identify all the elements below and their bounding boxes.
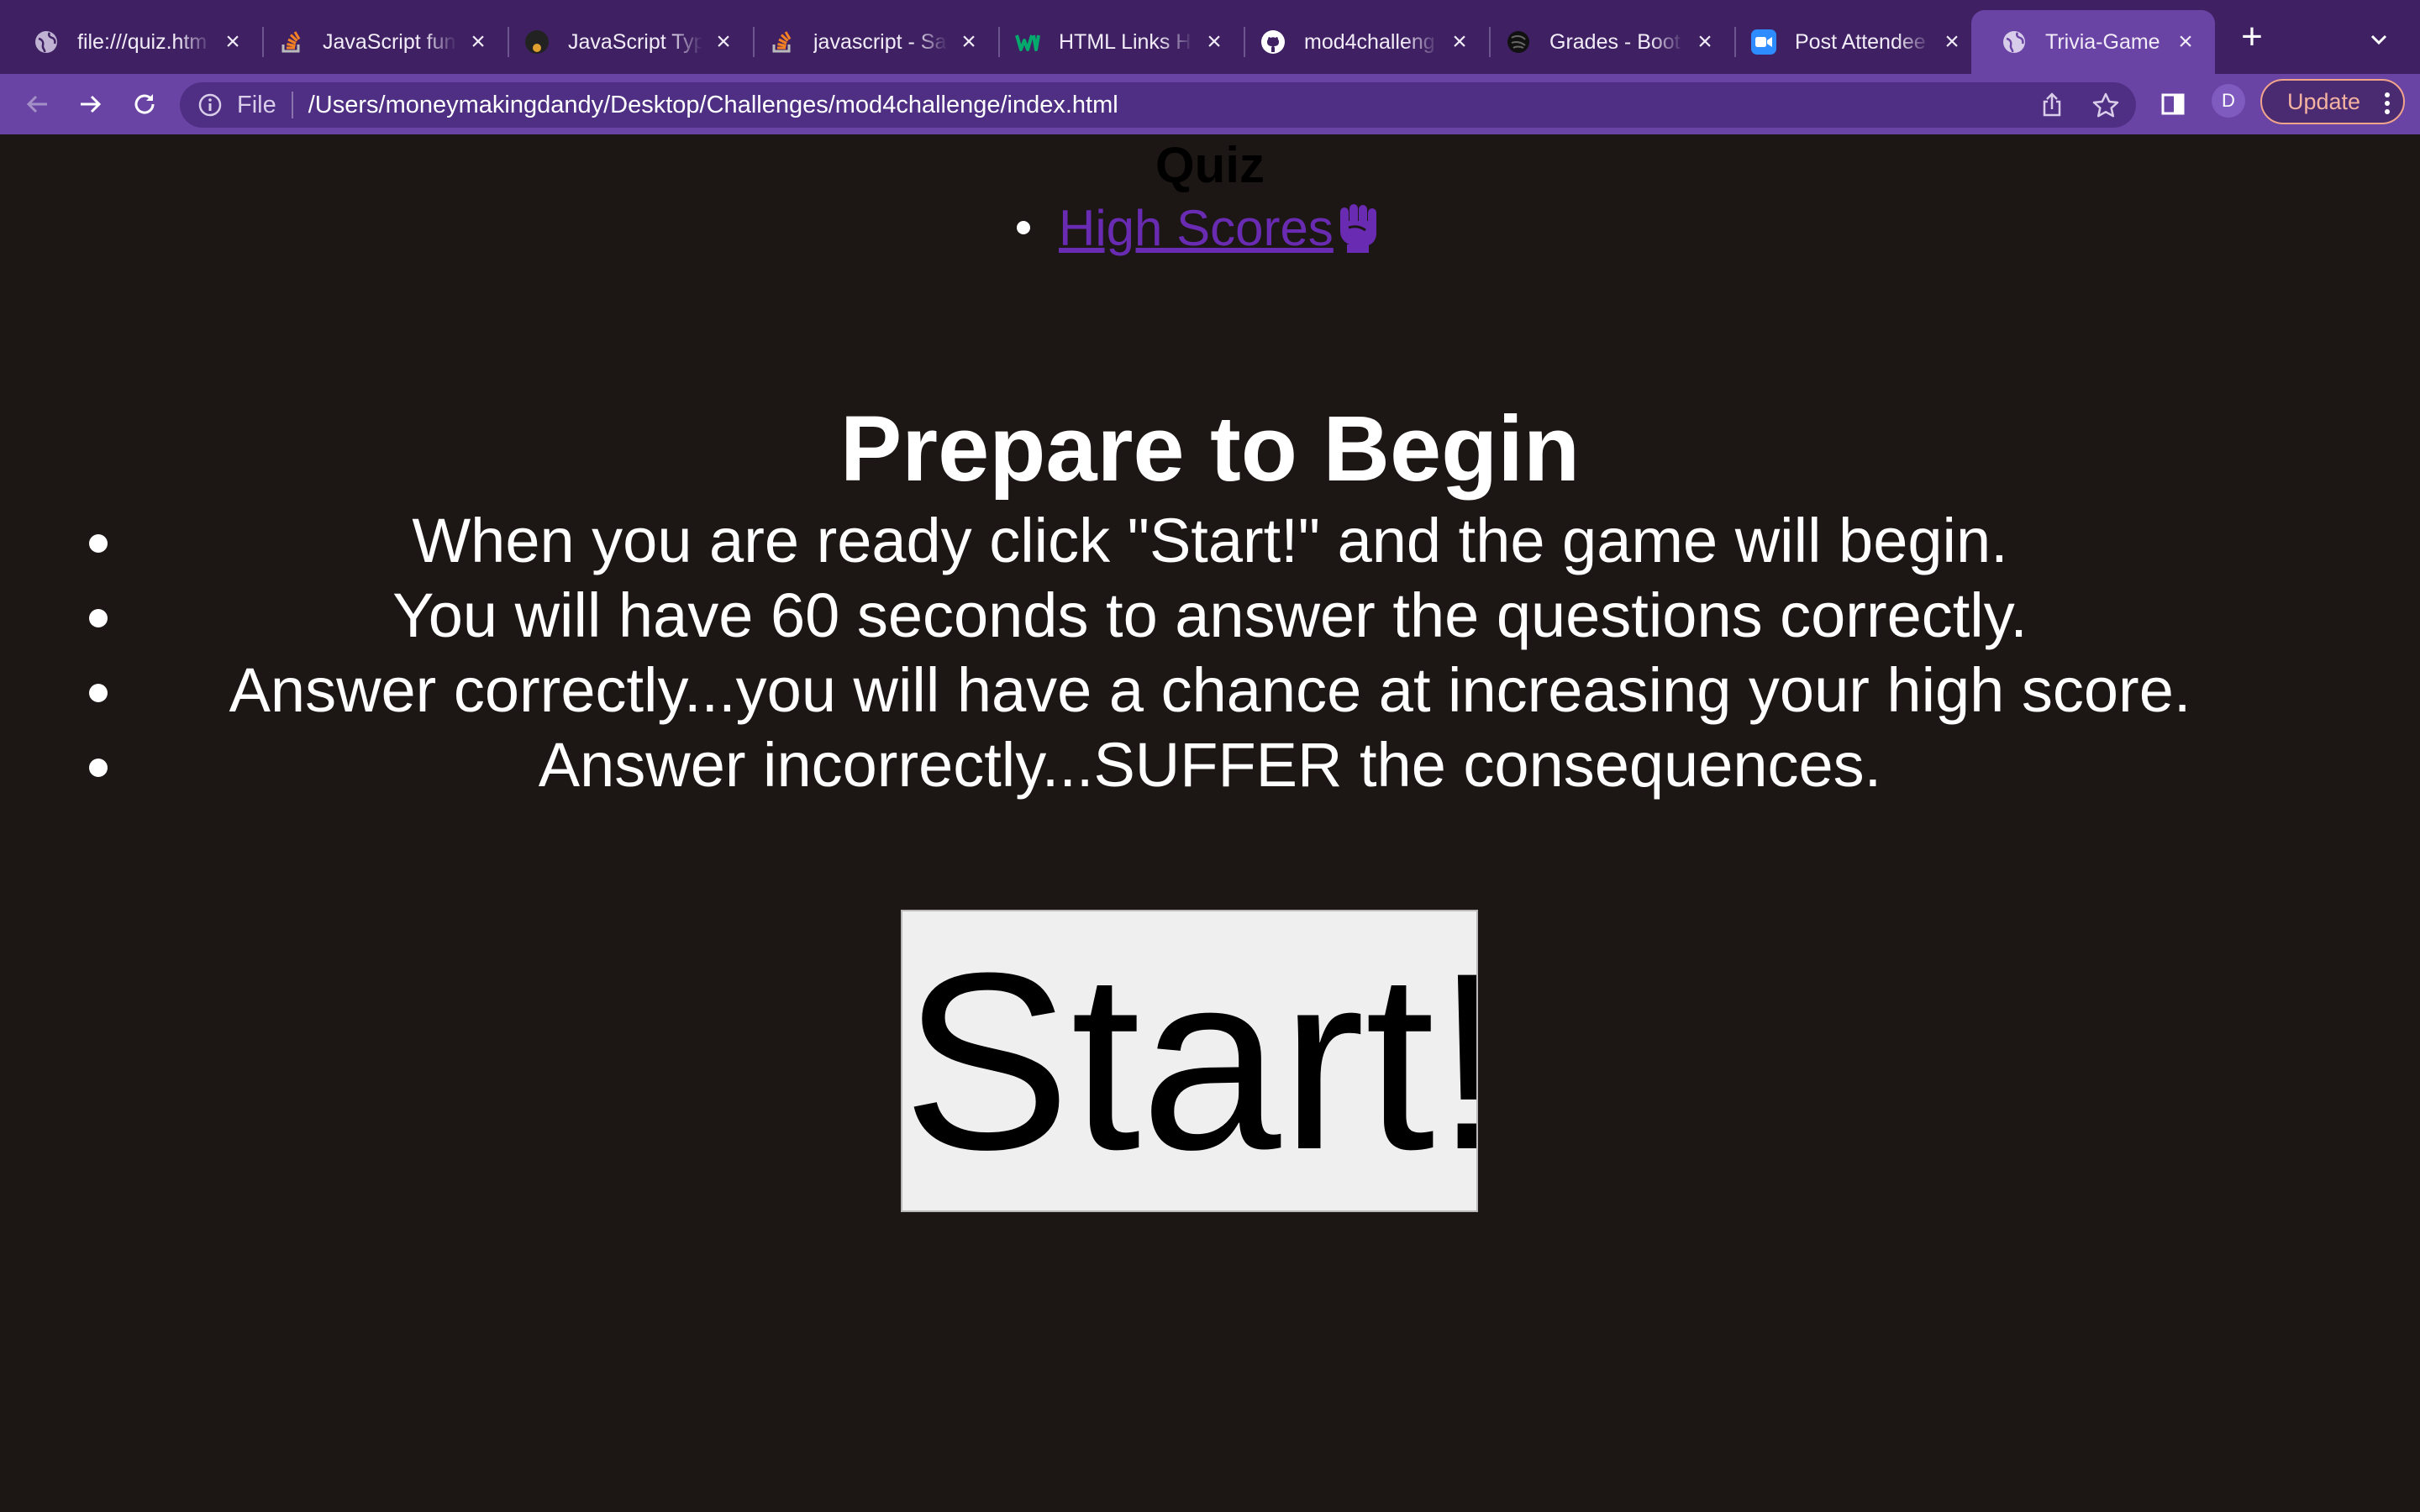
section-heading: Prepare to Begin: [839, 397, 1581, 501]
more-menu-icon[interactable]: [2383, 91, 2391, 116]
github-icon: [1260, 29, 1286, 55]
list-bullet: [1017, 221, 1030, 234]
list-bullet: [89, 609, 108, 627]
info-icon[interactable]: [197, 92, 224, 118]
w3schools-icon: [1015, 29, 1040, 55]
close-icon[interactable]: ×: [2173, 29, 2198, 55]
start-button[interactable]: Start!: [901, 910, 1478, 1212]
update-button[interactable]: Update: [2260, 79, 2405, 124]
instruction-item: When you are ready click "Start!" and th…: [0, 504, 2420, 578]
back-button[interactable]: [17, 84, 57, 124]
browser-tab[interactable]: Grades - Boot ×: [1476, 10, 1736, 74]
share-icon[interactable]: [2037, 91, 2067, 121]
tab-title: HTML Links H: [1059, 29, 1192, 54]
high-scores-link[interactable]: High Scores: [1059, 199, 1334, 257]
list-bullet: [89, 684, 108, 702]
close-icon[interactable]: ×: [1447, 29, 1472, 55]
bookmark-star-icon[interactable]: [2091, 91, 2121, 121]
instruction-text: When you are ready click "Start!" and th…: [412, 506, 2008, 575]
instruction-item: Answer incorrectly...SUFFER the conseque…: [0, 728, 2420, 802]
close-icon[interactable]: ×: [711, 29, 736, 55]
url-text[interactable]: /Users/moneymakingdandy/Desktop/Challeng…: [308, 92, 1118, 119]
tab-search-icon[interactable]: [2365, 25, 2393, 54]
tab-title: file:///quiz.htm: [77, 29, 208, 54]
browser-tab[interactable]: mod4challeng ×: [1230, 10, 1491, 74]
avatar-icon: [524, 29, 550, 55]
stack-overflow-icon: [770, 29, 795, 55]
tab-title: javascript - Sa: [813, 29, 947, 54]
scheme-label: File: [237, 91, 276, 118]
stack-overflow-icon: [279, 29, 304, 55]
globe-icon: [2002, 29, 2027, 55]
zoom-icon: [1751, 29, 1776, 55]
browser-tab[interactable]: Post Attendee ×: [1721, 10, 1981, 74]
omnibox-divider: [291, 92, 293, 118]
browser-tab[interactable]: HTML Links H ×: [985, 10, 1245, 74]
instruction-item: You will have 60 seconds to answer the q…: [0, 579, 2420, 653]
tab-title: JavaScript Typ: [568, 29, 702, 54]
close-icon[interactable]: ×: [1692, 29, 1718, 55]
address-bar[interactable]: File /Users/moneymakingdandy/Desktop/Cha…: [180, 82, 2136, 128]
new-tab-button[interactable]: +: [2233, 18, 2270, 57]
browser-tab[interactable]: JavaScript Typ ×: [494, 10, 755, 74]
tab-title: Grades - Boot: [1549, 29, 1681, 54]
reload-button[interactable]: [124, 84, 165, 124]
side-panel-icon[interactable]: [2153, 84, 2193, 124]
tab-strip: file:///quiz.htm × JavaScript fun × Java…: [0, 0, 2420, 74]
close-icon[interactable]: ×: [1202, 29, 1227, 55]
globe-icon: [34, 29, 59, 55]
update-label: Update: [2287, 88, 2361, 114]
raised-fist-icon: [1337, 202, 1381, 253]
close-icon[interactable]: ×: [220, 29, 245, 55]
list-bullet: [89, 534, 108, 553]
bootcamp-icon: [1506, 29, 1531, 55]
browser-toolbar: File /Users/moneymakingdandy/Desktop/Cha…: [0, 74, 2420, 134]
forward-button[interactable]: [71, 84, 111, 124]
profile-avatar[interactable]: D: [2212, 84, 2245, 118]
tab-title: JavaScript fun: [323, 29, 456, 54]
tab-title: mod4challeng: [1304, 29, 1435, 54]
list-bullet: [89, 759, 108, 777]
close-icon[interactable]: ×: [466, 29, 491, 55]
close-icon[interactable]: ×: [956, 29, 981, 55]
tab-title: Post Attendee: [1795, 29, 1926, 54]
tab-title: Trivia-Game: [2045, 29, 2160, 54]
nav-list-item: High Scores: [1017, 198, 1381, 257]
browser-tab[interactable]: JavaScript fun ×: [249, 10, 509, 74]
browser-tab-active[interactable]: Trivia-Game ×: [1971, 10, 2215, 74]
instruction-text: Answer incorrectly...SUFFER the conseque…: [538, 730, 1882, 800]
page-title: Quiz: [1155, 137, 1265, 193]
instruction-text: You will have 60 seconds to answer the q…: [392, 580, 2028, 650]
close-icon[interactable]: ×: [1939, 29, 1965, 55]
browser-tab[interactable]: javascript - Sa ×: [739, 10, 1000, 74]
browser-tab[interactable]: file:///quiz.htm ×: [3, 10, 264, 74]
instruction-text: Answer correctly...you will have a chanc…: [229, 655, 2191, 725]
instruction-item: Answer correctly...you will have a chanc…: [0, 654, 2420, 727]
